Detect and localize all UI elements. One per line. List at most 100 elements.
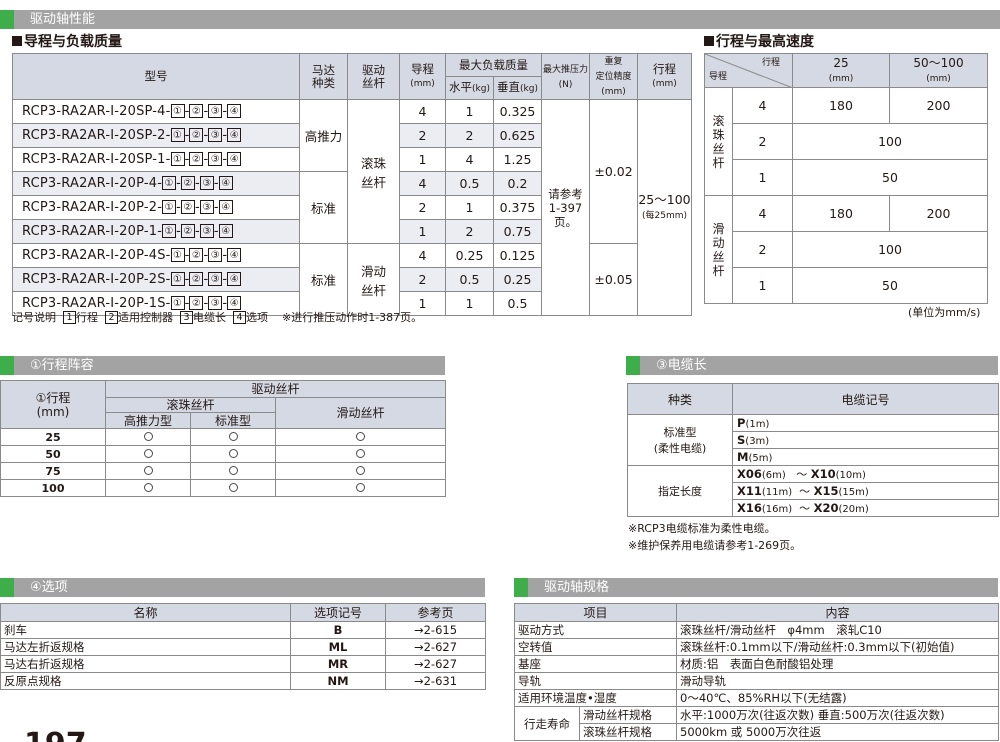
option-box: ① bbox=[170, 272, 185, 286]
section-banner-cable: ③电缆长 bbox=[626, 356, 998, 375]
availability-cell bbox=[274, 428, 447, 446]
banner-mark bbox=[626, 356, 640, 375]
option-box: ② bbox=[181, 224, 196, 238]
model-cell: RCP3-RA2AR-I-20P-4S- ① - ② - ③ - ④ bbox=[12, 243, 300, 268]
square-bullet-icon bbox=[704, 36, 714, 46]
lead-value: 4 bbox=[399, 243, 446, 268]
cable-code: M(5m) bbox=[732, 448, 999, 466]
option-box: ① bbox=[170, 152, 185, 166]
model-code: RCP3-RA2AR-I-20P-2S- bbox=[22, 272, 171, 287]
option-box: ④ bbox=[227, 272, 242, 286]
motor-type: 标准 bbox=[299, 171, 348, 244]
motor-type: 标准 bbox=[299, 243, 348, 316]
motor-type: 高推力 bbox=[299, 99, 348, 172]
lead-value: 4 bbox=[399, 171, 446, 196]
option-box: ③ bbox=[208, 296, 223, 310]
speed-unit-note: (单位为mm/s) bbox=[908, 306, 981, 319]
option-box: ③ bbox=[208, 104, 223, 118]
vert-payload: 0.5 bbox=[493, 291, 542, 316]
option-box: ① bbox=[170, 248, 185, 262]
model-cell: RCP3-RA2AR-I-20SP-2- ① - ② - ③ - ④ bbox=[12, 123, 300, 148]
cable-code: S(3m) bbox=[732, 431, 999, 449]
option-name: 反原点规格 bbox=[0, 672, 291, 690]
option-box: ② bbox=[181, 200, 196, 214]
header-vert: 垂直(kg) bbox=[493, 76, 542, 100]
available-circle-icon bbox=[143, 448, 153, 458]
speed-col-25: 25 (mm) bbox=[792, 53, 890, 88]
spec-item: 适用环境温度•湿度 bbox=[513, 689, 678, 707]
option-code: B bbox=[290, 621, 386, 639]
available-circle-icon bbox=[228, 482, 238, 492]
spec-content: 滑动导轨 bbox=[676, 672, 1000, 690]
horiz-payload: 2 bbox=[445, 219, 494, 244]
stroke-value: 75 bbox=[0, 462, 106, 480]
repeat-accuracy: ±0.05 bbox=[589, 243, 638, 316]
stroke-speed-table: 行程 导程 25 (mm) 50～100 (mm) 滚珠丝杆 4 180 200 2… bbox=[704, 53, 988, 304]
option-table: 名称 选项记号 参考页 刹车 B →2-615 马达左折返规格 ML →2-627 马达右折… bbox=[0, 603, 486, 690]
speed-value: 180 bbox=[792, 195, 890, 232]
cable-type-standard: 标准型 (柔性电缆) bbox=[627, 414, 733, 466]
speed-value: 50 bbox=[792, 267, 988, 304]
availability-cell bbox=[105, 428, 191, 446]
header-content: 内容 bbox=[676, 603, 1000, 622]
option-box: ③ bbox=[199, 176, 214, 190]
option-box: ② bbox=[189, 296, 204, 310]
screw-type: 滚珠 丝杆 bbox=[347, 99, 400, 244]
model-cell: RCP3-RA2AR-I-20P-2- ① - ② - ③ - ④ bbox=[12, 195, 300, 220]
option-page: →2-631 bbox=[385, 672, 486, 690]
available-circle-icon bbox=[228, 448, 238, 458]
speed-lead: 2 bbox=[732, 123, 793, 160]
life-label: 行走寿命 bbox=[514, 706, 580, 741]
availability-cell bbox=[190, 479, 276, 497]
option-box: ④ bbox=[227, 296, 242, 310]
banner-mark bbox=[514, 578, 528, 597]
availability-cell bbox=[190, 462, 276, 480]
vert-payload: 0.2 bbox=[493, 171, 542, 196]
lead-payload-table: 型号 马达 种类 驱动 丝杆 导程 (mm) 最大负载质量 最大推压力 (N) 重复 定位… bbox=[12, 53, 692, 316]
option-box: ② bbox=[189, 128, 204, 142]
speed-lead: 1 bbox=[732, 159, 793, 196]
model-cell: RCP3-RA2AR-I-20SP-1- ① - ② - ③ - ④ bbox=[12, 147, 300, 172]
banner-mark bbox=[0, 356, 14, 375]
cable-code: X11(11m) ～ X15(15m) bbox=[732, 482, 999, 500]
speed-value: 100 bbox=[792, 123, 988, 160]
speed-value: 100 bbox=[792, 231, 988, 268]
option-box: ④ bbox=[218, 176, 233, 190]
header-motor: 马达 种类 bbox=[299, 53, 348, 100]
header-high: 高推力型 bbox=[105, 412, 191, 429]
lead-value: 2 bbox=[399, 267, 446, 292]
vert-payload: 0.75 bbox=[493, 219, 542, 244]
spec-content: 0～40℃、85%RH以下(无结露) bbox=[676, 689, 1000, 707]
option-box: ② bbox=[189, 248, 204, 262]
stroke-value: 50 bbox=[0, 445, 106, 463]
speed-group-slide: 滑动丝杆 bbox=[704, 195, 733, 304]
available-circle-icon bbox=[356, 482, 366, 492]
table-row: 马达左折返规格 ML →2-627 bbox=[0, 638, 486, 656]
table-row: 导轨 滑动导轨 bbox=[513, 672, 1000, 690]
option-box: ③ bbox=[208, 272, 223, 286]
available-circle-icon bbox=[143, 482, 153, 492]
lead-value: 2 bbox=[399, 195, 446, 220]
option-box: ① bbox=[170, 104, 185, 118]
cable-length-table: 种类 电缆记号 标准型 (柔性电缆) P(1m) S(3m) M(5m) 指定长度… bbox=[627, 383, 999, 517]
option-box: ③ bbox=[199, 200, 214, 214]
header-std: 标准型 bbox=[190, 412, 276, 429]
spec-item: 导轨 bbox=[513, 672, 678, 690]
life-content: 5000km 或 5000万次往返 bbox=[676, 723, 1000, 741]
option-page: →2-627 bbox=[385, 655, 486, 673]
model-cell: RCP3-RA2AR-I-20P-1- ① - ② - ③ - ④ bbox=[12, 219, 300, 244]
screw-type: 滑动 丝杆 bbox=[347, 243, 400, 316]
life-content: 水平:1000万次(往返次数) 垂直:500万次(往返次数) bbox=[676, 706, 1000, 724]
cable-code: X16(16m) ～ X20(20m) bbox=[732, 499, 999, 517]
table-row: 反原点规格 NM →2-631 bbox=[0, 672, 486, 690]
table-row: RCP3-RA2AR-I-20P-4S- ① - ② - ③ - ④ 标准 滑动 丝杆 4 0.25 0.… bbox=[12, 243, 692, 316]
square-bullet-icon bbox=[12, 36, 22, 46]
drive-spec-table: 项目 内容 驱动方式 滚珠丝杆/滑动丝杆 φ4mm 滚轧C10 空转值 滚珠丝杆:0.… bbox=[513, 603, 1000, 741]
speed-group-ball: 滚珠丝杆 bbox=[704, 87, 733, 196]
spec-item: 基座 bbox=[513, 655, 678, 673]
spec-item: 驱动方式 bbox=[513, 621, 678, 639]
speed-lead: 4 bbox=[732, 87, 793, 124]
vert-payload: 1.25 bbox=[493, 147, 542, 172]
model-cell: RCP3-RA2AR-I-20P-4- ① - ② - ③ - ④ bbox=[12, 171, 300, 196]
availability-cell bbox=[190, 428, 276, 446]
